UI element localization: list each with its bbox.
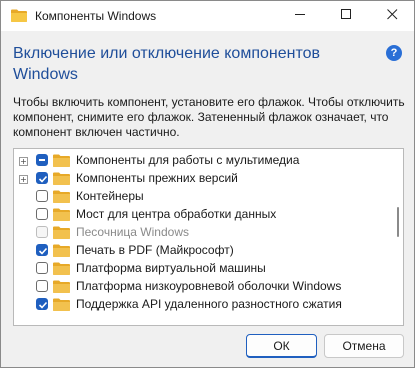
minimize-button[interactable] [277, 1, 323, 31]
folder-icon [53, 244, 70, 257]
window-title: Компоненты Windows [35, 9, 157, 23]
dialog-content: Включение или отключение компонентов Win… [1, 31, 414, 367]
folder-icon [53, 280, 70, 293]
cancel-button[interactable]: Отмена [324, 334, 404, 358]
feature-label: Платформа низкоуровневой оболочки Window… [76, 279, 342, 293]
feature-label: Компоненты прежних версий [76, 171, 238, 185]
feature-item[interactable]: Контейнеры [14, 188, 394, 206]
feature-item[interactable]: Платформа виртуальной машины [14, 260, 394, 278]
title-bar: Компоненты Windows [1, 1, 414, 31]
feature-checkbox[interactable] [36, 190, 48, 202]
ok-button[interactable]: ОК [246, 334, 317, 358]
maximize-icon [340, 7, 352, 25]
feature-label: Компоненты для работы с мультимедиа [76, 153, 300, 167]
feature-item[interactable]: Поддержка API удаленного разностного сжа… [14, 296, 394, 314]
feature-label: Печать в PDF (Майкрософт) [76, 243, 234, 257]
dialog-window: Компоненты Windows Включение или отключе… [0, 0, 415, 368]
feature-label: Платформа виртуальной машины [76, 261, 266, 275]
page-title: Включение или отключение компонентов Win… [13, 45, 320, 83]
feature-checkbox [36, 226, 48, 238]
help-icon[interactable]: ? [386, 45, 402, 61]
feature-checkbox[interactable] [36, 172, 48, 184]
folder-icon [53, 226, 70, 239]
feature-label: Контейнеры [76, 189, 144, 203]
feature-checkbox[interactable] [36, 154, 48, 166]
feature-checkbox[interactable] [36, 280, 48, 292]
feature-item[interactable]: + Компоненты прежних версий [14, 170, 394, 188]
features-tree[interactable]: + Компоненты для работы с мультимедиа + Ком… [13, 148, 404, 326]
folder-icon [53, 208, 70, 221]
maximize-button[interactable] [323, 1, 369, 31]
folder-icon [53, 190, 70, 203]
close-icon [386, 7, 398, 25]
feature-item[interactable]: Печать в PDF (Майкрософт) [14, 242, 394, 260]
folder-icon [11, 9, 27, 22]
folder-icon [53, 262, 70, 275]
folder-icon [53, 172, 70, 185]
feature-checkbox[interactable] [36, 244, 48, 256]
expand-icon[interactable]: + [19, 175, 28, 184]
expand-icon[interactable]: + [19, 157, 28, 166]
folder-icon [53, 298, 70, 311]
feature-item[interactable]: + Компоненты для работы с мультимедиа [14, 152, 394, 170]
feature-item[interactable]: Мост для центра обработки данных [14, 206, 394, 224]
folder-icon [53, 154, 70, 167]
scrollbar-thumb[interactable] [397, 207, 399, 237]
minimize-icon [294, 7, 306, 25]
feature-checkbox[interactable] [36, 298, 48, 310]
instructions-text: Чтобы включить компонент, установите его… [13, 95, 405, 139]
feature-item[interactable]: Платформа низкоуровневой оболочки Window… [14, 278, 394, 296]
feature-label: Поддержка API удаленного разностного сжа… [76, 297, 342, 311]
close-button[interactable] [369, 1, 414, 31]
feature-checkbox[interactable] [36, 262, 48, 274]
feature-checkbox[interactable] [36, 208, 48, 220]
feature-item[interactable]: Песочница Windows [14, 224, 394, 242]
feature-label: Песочница Windows [76, 225, 189, 239]
feature-label: Мост для центра обработки данных [76, 207, 277, 221]
